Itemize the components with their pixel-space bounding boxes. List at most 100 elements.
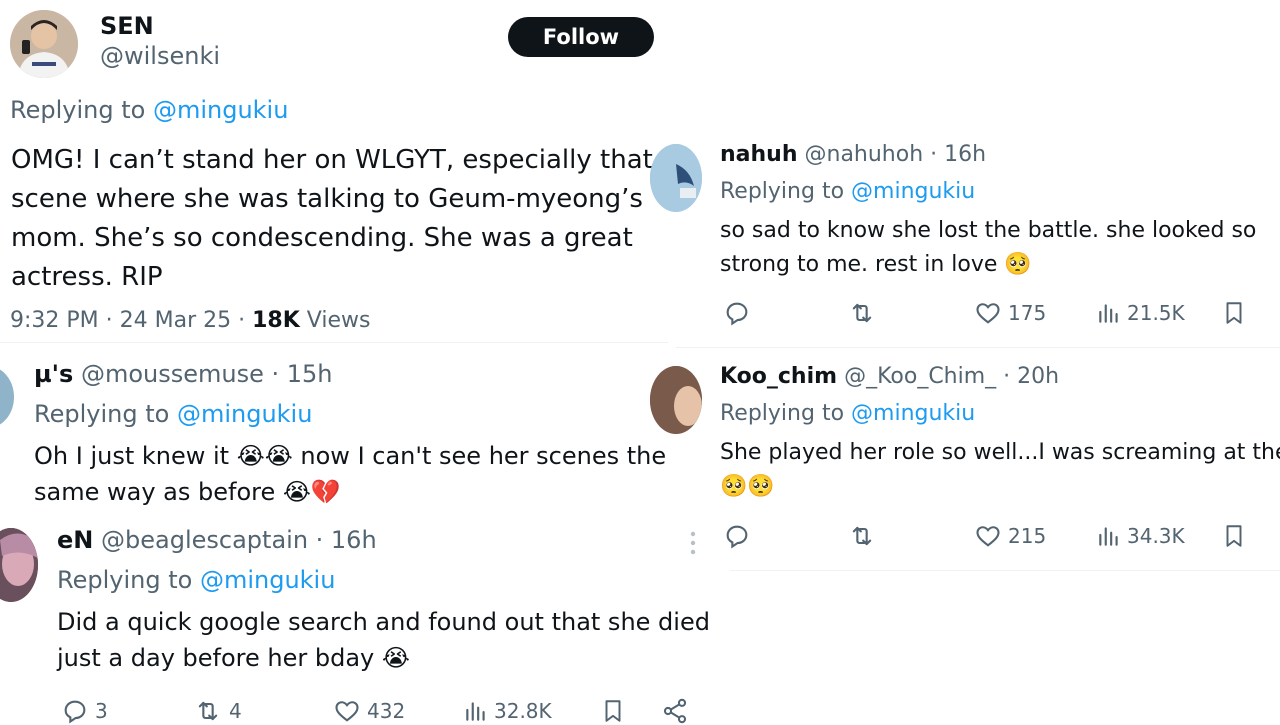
views-count: 34.3K (1127, 524, 1185, 548)
replying-mention-link[interactable]: @mingukiu (851, 401, 975, 426)
views-count: 18K (252, 308, 300, 333)
reply-author-handle[interactable]: @_Koo_Chim_ · 20h (844, 364, 1059, 389)
replying-mention-link[interactable]: @mingukiu (177, 400, 312, 428)
reply-author-handle[interactable]: @moussemuse · 15h (81, 360, 333, 388)
reply-text: Oh I just knew it 😭😭 now I can't see her… (34, 438, 666, 510)
reply-text: Did a quick google search and found out … (57, 604, 710, 676)
views-icon (466, 702, 485, 721)
reply-replying-to: Replying to @mingukiu (34, 400, 312, 428)
reply-text-line: Did a quick google search and found out … (57, 608, 710, 636)
main-tweet-meta: 9:32 PM · 24 Mar 25 · 18K Views (10, 308, 370, 333)
reply-text-line: She played her role so well...I was scre… (720, 440, 1280, 465)
reply-text: She played her role so well...I was scre… (720, 436, 1280, 504)
views-action[interactable]: 32.8K (463, 697, 552, 725)
tweet-timestamp[interactable]: 9:32 PM · 24 Mar 25 · (10, 308, 245, 333)
reply-author-name[interactable]: µ's (34, 360, 73, 388)
retweet-action[interactable]: 4 (192, 697, 242, 725)
replying-prefix: Replying to (10, 96, 146, 124)
reply-author-handle[interactable]: @nahuhoh · 16h (805, 142, 987, 167)
replying-mention-link[interactable]: @mingukiu (851, 179, 975, 204)
reply-header: Koo_chim @_Koo_Chim_ · 20h (720, 364, 1059, 389)
avatar-image (0, 528, 38, 602)
replying-prefix: Replying to (34, 400, 170, 428)
bookmark-action[interactable] (600, 697, 626, 725)
bookmark-icon (605, 700, 621, 722)
views-count: 21.5K (1127, 301, 1185, 325)
main-replying-to: Replying to @mingukiu (10, 96, 288, 124)
reply-author-name[interactable]: nahuh (720, 142, 798, 167)
avatar-koo-chim[interactable] (650, 366, 702, 434)
retweet-action[interactable] (846, 299, 878, 327)
views-icon (1099, 527, 1118, 546)
views-action[interactable]: 34.3K (1096, 522, 1185, 550)
like-icon (335, 701, 359, 722)
like-count: 175 (1008, 301, 1047, 325)
views-icon (1099, 304, 1118, 323)
reply-action[interactable] (722, 522, 752, 550)
reply-replying-to: Replying to @mingukiu (720, 179, 975, 204)
avatar-sen[interactable] (10, 10, 78, 78)
tweet-text-line: scene where she was talking to Geum-myeo… (11, 184, 643, 214)
replying-mention-link[interactable]: @mingukiu (153, 96, 288, 124)
reply-replying-to: Replying to @mingukiu (720, 401, 975, 426)
avatar-mu[interactable] (0, 366, 14, 428)
reply-replying-to: Replying to @mingukiu (57, 566, 335, 594)
reply-text-line: strong to me. rest in love 🥺 (720, 252, 1032, 277)
reply-count: 3 (95, 699, 108, 723)
views-action[interactable]: 21.5K (1096, 299, 1185, 327)
bookmark-action[interactable] (1221, 522, 1247, 550)
reply-action[interactable]: 3 (60, 697, 108, 725)
more-icon[interactable] (688, 530, 698, 558)
reply-author-name[interactable]: Koo_chim (720, 364, 837, 389)
retweet-icon (198, 701, 218, 721)
like-action[interactable]: 175 (973, 299, 1046, 327)
views-label: Views (306, 308, 371, 333)
retweet-icon (852, 303, 872, 323)
like-count: 215 (1008, 524, 1047, 548)
retweet-icon (852, 526, 872, 546)
reply-header: nahuh @nahuhoh · 16h (720, 142, 986, 167)
like-action[interactable]: 432 (332, 697, 405, 725)
reply-author-handle[interactable]: @beaglescaptain · 16h (101, 526, 377, 554)
replying-prefix: Replying to (720, 179, 845, 204)
replying-mention-link[interactable]: @mingukiu (200, 566, 335, 594)
avatar-en[interactable] (0, 528, 38, 602)
avatar-image (650, 366, 702, 434)
tweet-text-line: mom. She’s so condescending. She was a g… (11, 223, 633, 253)
share-action[interactable] (660, 697, 690, 725)
main-author-name[interactable]: SEN (100, 12, 154, 40)
views-count: 32.8K (494, 699, 552, 723)
follow-button[interactable]: Follow (508, 17, 654, 57)
tweet-text-line: actress. RIP (11, 262, 163, 292)
like-icon (976, 303, 1000, 324)
reply-text-line: so sad to know she lost the battle. she … (720, 218, 1257, 243)
reply-icon (64, 700, 86, 724)
reply-text-line: 🥺🥺 (720, 474, 775, 499)
reply-text-line: same way as before 😭💔 (34, 478, 341, 506)
bookmark-action[interactable] (1221, 299, 1247, 327)
like-icon (976, 526, 1000, 547)
avatar-image (10, 10, 78, 78)
divider (0, 342, 668, 343)
divider (676, 347, 1280, 348)
main-tweet-text: OMG! I can’t stand her on WLGYT, especia… (11, 141, 676, 297)
avatar-nahuh[interactable] (650, 144, 702, 212)
reply-action[interactable] (722, 299, 752, 327)
reply-header: µ's @moussemuse · 15h (34, 360, 332, 388)
replying-prefix: Replying to (57, 566, 193, 594)
reply-icon (726, 525, 748, 549)
share-icon (663, 698, 687, 724)
reply-header: eN @beaglescaptain · 16h (57, 526, 377, 554)
reply-icon (726, 302, 748, 326)
replying-prefix: Replying to (720, 401, 845, 426)
retweet-action[interactable] (846, 522, 878, 550)
reply-text: so sad to know she lost the battle. she … (720, 214, 1256, 282)
like-action[interactable]: 215 (973, 522, 1046, 550)
bookmark-icon (1226, 525, 1242, 547)
reply-author-name[interactable]: eN (57, 526, 93, 554)
divider (730, 570, 1280, 571)
reply-text-line: Oh I just knew it 😭😭 now I can't see her… (34, 442, 667, 470)
tweet-text-line: OMG! I can’t stand her on WLGYT, especia… (11, 145, 653, 175)
reply-text-line: just a day before her bday 😭 (57, 644, 410, 672)
main-author-handle[interactable]: @wilsenki (100, 42, 220, 70)
